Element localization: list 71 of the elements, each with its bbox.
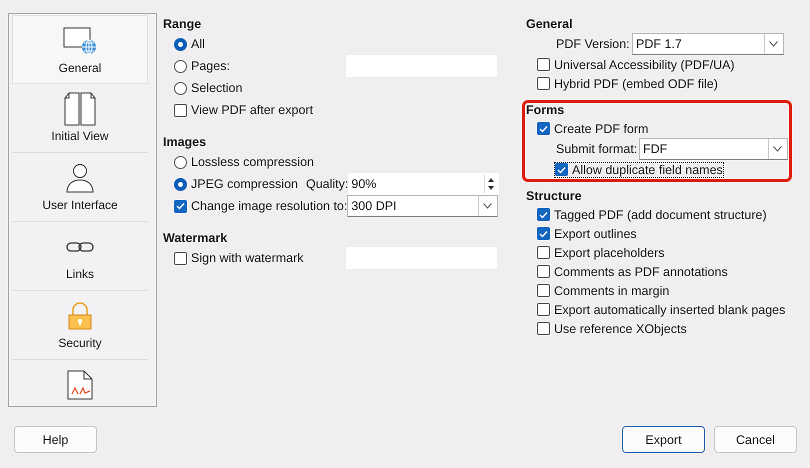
checkbox[interactable] <box>537 322 550 335</box>
section-heading: Watermark <box>163 231 228 245</box>
sidebar-label: General <box>58 61 102 75</box>
radio-option[interactable]: Selection <box>174 81 242 95</box>
checkbox[interactable] <box>174 200 187 212</box>
section-heading: Images <box>163 135 206 149</box>
checkbox[interactable] <box>537 58 550 71</box>
pages-icon <box>63 92 97 126</box>
sidebar-item[interactable]: Security <box>12 291 148 360</box>
section-heading: Forms <box>526 103 564 117</box>
checkbox[interactable] <box>537 208 550 221</box>
checkbox[interactable] <box>537 227 550 240</box>
sidebar-label: Initial View <box>51 129 109 143</box>
checkbox-option[interactable]: Export outlines <box>537 226 637 240</box>
chevron-down-icon <box>764 34 781 54</box>
checkbox-option[interactable]: Comments in margin <box>537 284 670 298</box>
radio-button[interactable] <box>174 82 187 94</box>
checkbox-option[interactable]: View PDF after export <box>174 103 314 117</box>
section-heading: Range <box>163 17 202 31</box>
radio-button[interactable] <box>174 60 187 72</box>
checkbox-option[interactable]: Allow duplicate field names <box>555 162 723 176</box>
field-label: PDF Version: <box>556 37 630 51</box>
dropdown[interactable]: PDF 1.7 <box>632 33 784 55</box>
field-label: Quality: <box>306 177 348 191</box>
radio-button[interactable] <box>174 38 187 50</box>
checkbox-option[interactable]: Hybrid PDF (embed ODF file) <box>537 76 718 90</box>
sidebar-label: Links <box>66 267 94 281</box>
checkbox-option[interactable]: Universal Accessibility (PDF/UA) <box>537 58 735 72</box>
spin-field[interactable]: 90% <box>348 173 500 195</box>
radio-option[interactable]: Pages: <box>174 59 230 73</box>
checkbox[interactable] <box>537 284 550 297</box>
radio-option[interactable]: JPEG compression <box>174 177 298 191</box>
checkbox[interactable] <box>537 265 550 278</box>
section-heading: General <box>526 17 573 31</box>
dropdown[interactable]: 300 DPI <box>347 195 498 217</box>
checkbox-option[interactable]: Export automatically inserted blank pages <box>537 302 786 316</box>
dialog-button[interactable]: Export <box>622 426 705 453</box>
dropdown[interactable]: FDF <box>639 138 788 160</box>
dialog-button[interactable]: Help <box>14 426 97 453</box>
checkbox-option[interactable]: Change image resolution to: <box>174 199 348 213</box>
checkbox[interactable] <box>537 77 550 90</box>
user-icon <box>65 163 95 193</box>
radio-button[interactable] <box>174 178 187 190</box>
checkbox-option[interactable]: Sign with watermark <box>174 251 304 265</box>
checkbox-option[interactable]: Create PDF form <box>537 122 648 136</box>
checkbox-option[interactable]: Tagged PDF (add document structure) <box>537 208 767 222</box>
checkbox-option[interactable]: Use reference XObjects <box>537 322 687 336</box>
checkbox-option[interactable]: Export placeholders <box>537 246 664 260</box>
sidebar-item[interactable]: Initial View <box>12 84 148 153</box>
checkbox[interactable] <box>174 252 187 264</box>
sidebar-item[interactable]: User Interface <box>12 153 148 222</box>
sidebar-label: User Interface <box>42 198 118 212</box>
radio-option[interactable]: All <box>174 37 205 51</box>
padlock-icon <box>68 302 92 330</box>
chain-link-icon <box>66 241 94 253</box>
chevron-down-icon <box>768 139 785 159</box>
radio-option[interactable]: Lossless compression <box>174 155 314 169</box>
sidebar-item[interactable]: General <box>12 15 148 84</box>
checkbox[interactable] <box>555 163 568 176</box>
checkbox[interactable] <box>537 122 550 135</box>
signed-document-icon <box>67 370 93 400</box>
checkbox[interactable] <box>174 104 187 116</box>
radio-button[interactable] <box>174 156 187 168</box>
section-heading: Structure <box>526 189 582 203</box>
checkbox[interactable] <box>537 303 550 316</box>
checkbox-option[interactable]: Comments as PDF annotations <box>537 264 728 278</box>
field-label: Submit format: <box>556 142 638 156</box>
checkbox[interactable] <box>537 246 550 259</box>
sidebar-label: Security <box>58 336 102 350</box>
sidebar-item[interactable]: Links <box>12 222 148 291</box>
dialog-button[interactable]: Cancel <box>714 426 797 453</box>
